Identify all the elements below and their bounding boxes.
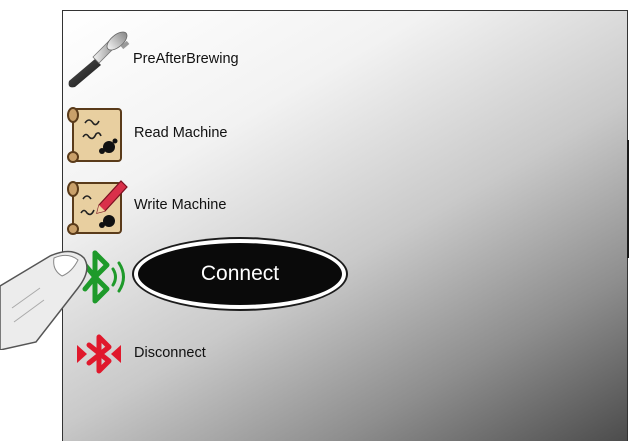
scroll-read-icon xyxy=(67,107,122,163)
scroll-write-icon xyxy=(67,180,128,235)
menu-item-label: Write Machine xyxy=(134,197,227,213)
portafilter-icon xyxy=(68,31,130,88)
menu-item-label: Read Machine xyxy=(134,125,228,141)
menu-item-label: Disconnect xyxy=(134,345,206,361)
menu-item-preafterbrewing[interactable]: PreAfterBrewing xyxy=(63,29,483,89)
menu-item-read-machine[interactable]: Read Machine xyxy=(63,103,483,163)
menu-item-disconnect[interactable]: Disconnect xyxy=(63,323,483,383)
menu-panel: PreAfterBrewing Read Machine Write Machi… xyxy=(62,10,628,441)
pointing-finger-icon xyxy=(0,250,88,350)
menu-item-label: PreAfterBrewing xyxy=(133,51,239,67)
connect-callout-button[interactable]: Connect xyxy=(134,239,346,309)
menu-item-write-machine[interactable]: Write Machine xyxy=(63,175,483,235)
